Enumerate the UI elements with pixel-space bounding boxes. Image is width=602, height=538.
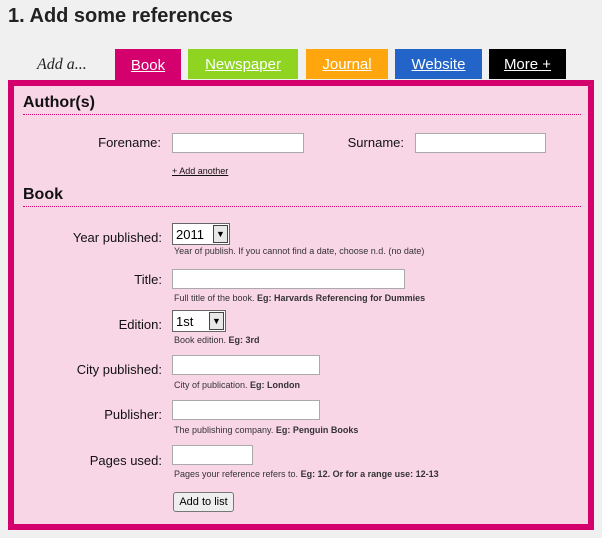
publisher-input[interactable]	[172, 400, 320, 420]
edition-value: 1st	[176, 313, 194, 329]
pages-used-input[interactable]	[172, 445, 253, 465]
chevron-down-icon[interactable]: ▼	[209, 312, 224, 330]
city-published-hint: City of publication. Eg: London	[174, 380, 300, 390]
add-another-author-link[interactable]: + Add another	[172, 166, 228, 176]
publisher-hint-example: Eg: Penguin Books	[275, 425, 359, 435]
publisher-hint-text: The publishing company.	[174, 425, 276, 435]
title-label: Title:	[134, 272, 162, 287]
year-published-value: 2011	[176, 226, 204, 242]
add-a-label: Add a...	[37, 56, 87, 73]
surname-label: Surname:	[347, 135, 404, 150]
authors-heading: Author(s)	[23, 94, 581, 115]
pages-used-label: Pages used:	[89, 453, 162, 468]
city-hint-example: Eg: London	[250, 380, 301, 390]
edition-hint: Book edition. Eg: 3rd	[174, 335, 260, 345]
surname-input[interactable]	[415, 133, 546, 153]
forename-input[interactable]	[172, 133, 304, 153]
page-title: 1. Add some references	[8, 5, 233, 27]
pages-hint-text: Pages your reference refers to.	[174, 469, 301, 479]
city-published-input[interactable]	[172, 355, 320, 375]
edition-label: Edition:	[118, 317, 162, 332]
title-input[interactable]	[172, 269, 405, 289]
tab-journal[interactable]: Journal	[306, 49, 388, 79]
tab-website[interactable]: Website	[395, 49, 482, 79]
edition-select[interactable]: 1st ▼	[172, 310, 226, 332]
tab-more[interactable]: More +	[489, 49, 566, 79]
forename-label: Forename:	[98, 135, 161, 150]
tab-book[interactable]: Book	[115, 49, 181, 82]
publisher-hint: The publishing company. Eg: Penguin Book…	[174, 425, 358, 435]
edition-hint-text: Book edition.	[174, 335, 229, 345]
publisher-label: Publisher:	[104, 407, 162, 422]
add-to-list-button[interactable]: Add to list	[173, 492, 234, 512]
chevron-down-icon[interactable]: ▼	[213, 225, 228, 243]
pages-hint-example: Eg: 12. Or for a range use: 12-13	[300, 469, 439, 479]
book-heading: Book	[23, 186, 581, 207]
year-published-select[interactable]: 2011 ▼	[172, 223, 230, 245]
city-published-label: City published:	[76, 362, 162, 377]
tab-newspaper[interactable]: Newspaper	[188, 49, 298, 79]
reference-form-panel: Author(s) Forename: Surname: + Add anoth…	[8, 80, 594, 530]
title-hint-example: Eg: Harvards Referencing for Dummies	[257, 293, 426, 303]
title-hint: Full title of the book. Eg: Harvards Ref…	[174, 293, 425, 303]
year-published-label: Year published:	[72, 230, 162, 245]
pages-used-hint: Pages your reference refers to. Eg: 12. …	[174, 469, 439, 479]
title-hint-text: Full title of the book.	[174, 293, 258, 303]
edition-hint-example: Eg: 3rd	[228, 335, 260, 345]
city-hint-text: City of publication.	[174, 380, 251, 390]
year-published-hint: Year of publish. If you cannot find a da…	[174, 246, 425, 256]
